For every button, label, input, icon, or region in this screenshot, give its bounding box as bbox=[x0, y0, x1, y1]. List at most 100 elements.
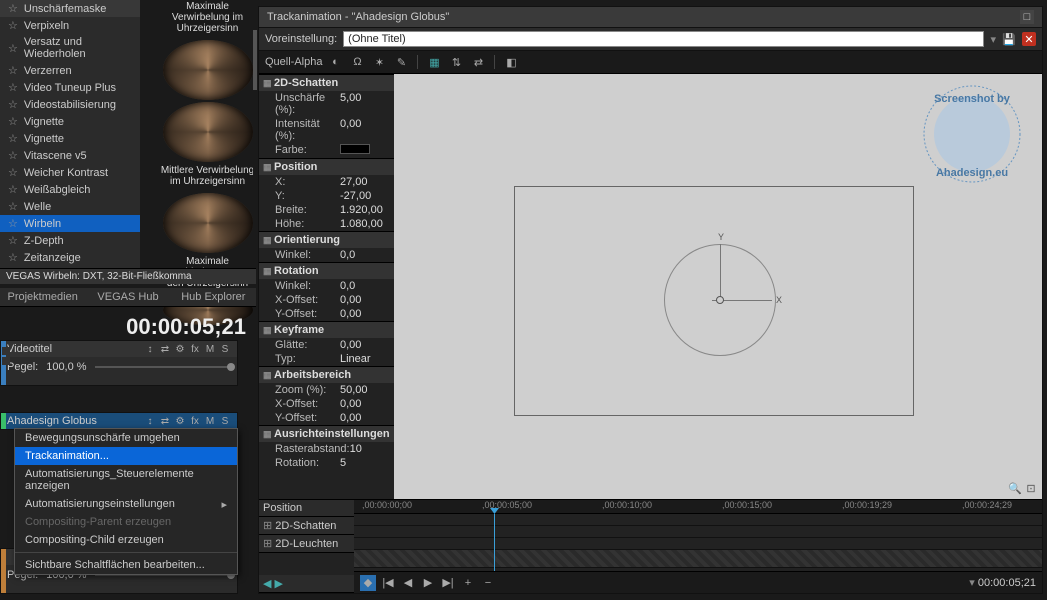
effect-item[interactable]: ☆Z-Depth bbox=[0, 232, 140, 249]
property-section[interactable]: 2D-Schatten bbox=[259, 74, 394, 91]
track-button[interactable]: ↕ bbox=[144, 415, 156, 427]
prop-value[interactable]: 1.920,00 bbox=[340, 204, 390, 216]
pegel-slider[interactable] bbox=[95, 366, 231, 368]
effect-item[interactable]: ☆Versatz und Wiederholen bbox=[0, 34, 140, 62]
track-1[interactable]: Videotitel ↕⇄⚙fxMS Pegel: 100,0 % bbox=[0, 340, 238, 386]
preset-input[interactable] bbox=[343, 31, 984, 47]
track-button[interactable]: ⇄ bbox=[159, 343, 171, 355]
tool-grid-icon[interactable]: ✶ bbox=[370, 54, 388, 70]
menu-item[interactable]: Trackanimation... bbox=[15, 447, 237, 465]
favorite-icon[interactable]: ☆ bbox=[8, 149, 18, 162]
effect-item[interactable]: ☆Verzerren bbox=[0, 62, 140, 79]
effect-item[interactable]: ☆Verpixeln bbox=[0, 17, 140, 34]
property-row[interactable]: Zoom (%):50,00 bbox=[259, 383, 394, 397]
next-keyframe-button[interactable]: ▶ bbox=[420, 575, 436, 591]
property-row[interactable]: Intensität (%):0,00 bbox=[259, 117, 394, 143]
property-row[interactable]: Y-Offset:0,00 bbox=[259, 411, 394, 425]
track-button[interactable]: ⚙ bbox=[174, 343, 186, 355]
prop-value[interactable]: -27,00 bbox=[340, 190, 390, 202]
track-button[interactable]: S bbox=[219, 415, 231, 427]
track-button[interactable]: M bbox=[204, 343, 216, 355]
tool-edit-icon[interactable]: ✎ bbox=[392, 54, 410, 70]
favorite-icon[interactable]: ☆ bbox=[8, 98, 18, 111]
prop-value[interactable]: 0,00 bbox=[340, 294, 390, 306]
favorite-icon[interactable]: ☆ bbox=[8, 81, 18, 94]
property-row[interactable]: X:27,00 bbox=[259, 175, 394, 189]
effect-item[interactable]: ☆Video Tuneup Plus bbox=[0, 79, 140, 96]
tool-flip-v-icon[interactable]: ⇅ bbox=[447, 54, 465, 70]
property-section[interactable]: Position bbox=[259, 158, 394, 175]
track-button[interactable]: ↕ bbox=[144, 343, 156, 355]
property-row[interactable]: Breite:1.920,00 bbox=[259, 203, 394, 217]
effect-item[interactable]: ☆Zeitanzeige bbox=[0, 249, 140, 266]
preset-thumb[interactable] bbox=[163, 193, 253, 253]
thumbs-scrollbar[interactable] bbox=[253, 0, 257, 268]
effect-item[interactable]: ☆Welle bbox=[0, 198, 140, 215]
add-keyframe-button[interactable]: + bbox=[460, 575, 476, 591]
effect-item[interactable]: ☆Unschärfemaske bbox=[0, 0, 140, 17]
prop-value[interactable]: 50,00 bbox=[340, 384, 390, 396]
favorite-icon[interactable]: ☆ bbox=[8, 217, 18, 230]
prop-value[interactable]: 27,00 bbox=[340, 176, 390, 188]
delete-keyframe-button[interactable]: − bbox=[480, 575, 496, 591]
lane-toggle[interactable]: ◀ ▶ bbox=[259, 575, 354, 593]
property-row[interactable]: Unschärfe (%):5,00 bbox=[259, 91, 394, 117]
property-row[interactable]: Typ:Linear bbox=[259, 352, 394, 366]
property-row[interactable]: Winkel:0,0 bbox=[259, 248, 394, 262]
property-row[interactable]: Farbe: bbox=[259, 143, 394, 158]
property-section[interactable]: Orientierung bbox=[259, 231, 394, 248]
first-keyframe-button[interactable]: |◀ bbox=[380, 575, 396, 591]
menu-item[interactable]: Automatisierungs_Steuerelemente anzeigen bbox=[15, 465, 237, 495]
preset-thumb[interactable] bbox=[163, 102, 253, 162]
favorite-icon[interactable]: ☆ bbox=[8, 234, 18, 247]
prop-value[interactable]: 0,0 bbox=[340, 280, 390, 292]
favorite-icon[interactable]: ☆ bbox=[8, 132, 18, 145]
panel-tab[interactable]: Hub Explorer bbox=[171, 288, 256, 307]
tool-restore-icon[interactable]: ▦ bbox=[425, 54, 443, 70]
effect-item[interactable]: ☆Videostabilisierung bbox=[0, 96, 140, 113]
prop-value[interactable]: 5 bbox=[340, 457, 390, 469]
property-section[interactable]: Keyframe bbox=[259, 321, 394, 338]
property-row[interactable]: Winkel:0,0 bbox=[259, 279, 394, 293]
property-row[interactable]: Höhe:1.080,00 bbox=[259, 217, 394, 231]
track-button[interactable]: fx bbox=[189, 415, 201, 427]
tool-alpha-icon[interactable]: ◐ bbox=[326, 54, 344, 70]
prop-value[interactable]: 0,00 bbox=[340, 412, 390, 424]
panel-tab[interactable]: Projektmedien bbox=[0, 288, 85, 307]
property-row[interactable]: Glätte:0,00 bbox=[259, 338, 394, 352]
favorite-icon[interactable]: ☆ bbox=[8, 200, 18, 213]
favorite-icon[interactable]: ☆ bbox=[8, 2, 18, 15]
track-button[interactable]: fx bbox=[189, 343, 201, 355]
preset-thumb[interactable] bbox=[163, 40, 253, 100]
prop-value[interactable]: 1.080,00 bbox=[340, 218, 390, 230]
prop-value[interactable]: 5,00 bbox=[340, 92, 390, 116]
timeline-ruler[interactable]: ,00:00:00;00,00:00:05;00,00:00:10;00,00:… bbox=[354, 500, 1042, 514]
track-button[interactable]: ⇄ bbox=[159, 415, 171, 427]
property-row[interactable]: Rasterabstand:10 bbox=[259, 442, 394, 456]
color-swatch[interactable] bbox=[340, 144, 370, 154]
sync-cursor-button[interactable]: ◆ bbox=[360, 575, 376, 591]
effect-item[interactable]: ☆Vignette bbox=[0, 113, 140, 130]
prop-value[interactable]: 0,00 bbox=[340, 308, 390, 320]
property-row[interactable]: Y-Offset:0,00 bbox=[259, 307, 394, 321]
favorite-icon[interactable]: ☆ bbox=[8, 19, 18, 32]
effect-item[interactable]: ☆Weißabgleich bbox=[0, 181, 140, 198]
favorite-icon[interactable]: ☆ bbox=[8, 166, 18, 179]
delete-preset-button[interactable]: ✕ bbox=[1022, 32, 1036, 46]
property-section[interactable]: Rotation bbox=[259, 262, 394, 279]
prop-value[interactable]: 0,00 bbox=[340, 118, 390, 142]
tool-flip-h-icon[interactable]: ⇄ bbox=[469, 54, 487, 70]
effect-item[interactable]: ☆Wirbeln bbox=[0, 215, 140, 232]
prop-value[interactable]: 0,00 bbox=[340, 398, 390, 410]
property-row[interactable]: X-Offset:0,00 bbox=[259, 293, 394, 307]
effect-item[interactable]: ☆Weicher Kontrast bbox=[0, 164, 140, 181]
menu-item[interactable]: Bewegungsunschärfe umgehen bbox=[15, 429, 237, 447]
playhead[interactable] bbox=[494, 514, 495, 571]
panel-tab[interactable]: VEGAS Hub bbox=[85, 288, 170, 307]
property-row[interactable]: Y:-27,00 bbox=[259, 189, 394, 203]
favorite-icon[interactable]: ☆ bbox=[8, 251, 18, 264]
dialog-maximize-button[interactable]: □ bbox=[1020, 10, 1034, 24]
prop-value[interactable]: Linear bbox=[340, 353, 390, 365]
prev-keyframe-button[interactable]: ◀ bbox=[400, 575, 416, 591]
timeline-lane-label[interactable]: Position bbox=[259, 500, 354, 517]
